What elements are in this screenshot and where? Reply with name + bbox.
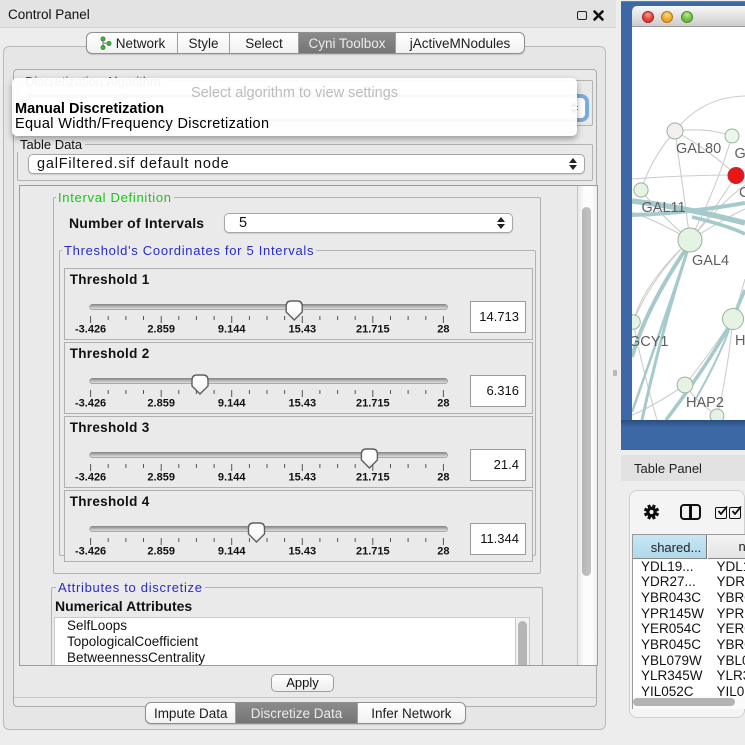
svg-text:9.144: 9.144 <box>218 472 246 484</box>
svg-text:GCY1: GCY1 <box>632 334 669 350</box>
svg-text:21.715: 21.715 <box>356 472 390 484</box>
svg-text:-3.426: -3.426 <box>75 324 106 336</box>
svg-text:GAL80: GAL80 <box>676 141 721 157</box>
svg-text:15.43: 15.43 <box>289 546 317 558</box>
svg-text:21.715: 21.715 <box>356 546 390 558</box>
svg-text:-3.426: -3.426 <box>75 546 106 558</box>
svg-text:HAP2: HAP2 <box>686 395 724 411</box>
svg-text:28: 28 <box>437 398 449 410</box>
svg-text:28: 28 <box>437 324 449 336</box>
svg-text:-3.426: -3.426 <box>75 472 106 484</box>
svg-text:15.43: 15.43 <box>289 472 317 484</box>
svg-text:28: 28 <box>437 546 449 558</box>
svg-text:9.144: 9.144 <box>218 398 246 410</box>
svg-text:-3.426: -3.426 <box>75 398 106 410</box>
svg-text:G.: G. <box>735 146 745 162</box>
svg-text:21.715: 21.715 <box>356 398 390 410</box>
svg-text:21.715: 21.715 <box>356 324 390 336</box>
svg-text:2.859: 2.859 <box>147 472 175 484</box>
svg-text:9.144: 9.144 <box>218 324 246 336</box>
svg-text:C.: C. <box>739 185 745 201</box>
svg-text:GAL11: GAL11 <box>642 200 686 216</box>
svg-text:9.144: 9.144 <box>218 546 246 558</box>
svg-text:15.43: 15.43 <box>289 324 317 336</box>
svg-text:2.859: 2.859 <box>147 398 175 410</box>
svg-text:15.43: 15.43 <box>289 398 317 410</box>
svg-text:28: 28 <box>437 472 449 484</box>
svg-text:GAL4: GAL4 <box>692 253 729 269</box>
svg-text:H: H <box>735 333 745 349</box>
svg-text:2.859: 2.859 <box>147 546 175 558</box>
svg-text:2.859: 2.859 <box>147 324 175 336</box>
